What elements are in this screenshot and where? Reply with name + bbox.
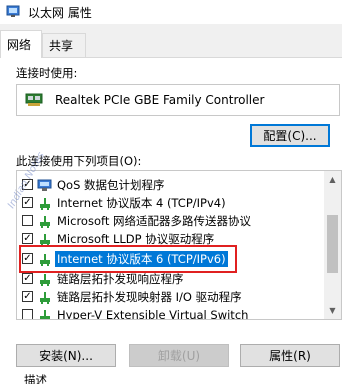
checkbox-multiplexor[interactable] [22,215,33,226]
list-item-lltd-mapper[interactable]: ✓ 链路层拓扑发现映射器 I/O 驱动程序 [17,289,323,305]
qos-icon [37,179,52,191]
list-item-label: Microsoft LLDP 协议驱动程序 [57,232,215,246]
list-item-ipv4[interactable]: ✓ Internet 协议版本 4 (TCP/IPv4) [17,195,323,211]
protocol-icon [40,310,50,319]
list-item-label: Internet 协议版本 4 (TCP/IPv4) [57,196,226,210]
tab-networking-label: 网络 [7,38,32,52]
list-item-lltd-responder[interactable]: ✓ 链路层拓扑发现响应程序 [17,271,323,287]
checkbox-hyperv[interactable] [22,309,33,319]
protocol-icon [40,234,50,246]
description-label: 描述 [22,372,49,384]
network-adapter-icon [25,93,43,106]
protocol-icon [40,198,50,210]
tab-sharing-label: 共享 [49,39,74,53]
list-item-hyperv[interactable]: Hyper-V Extensible Virtual Switch [17,307,323,320]
scroll-down-arrow-icon[interactable]: ▼ [324,302,341,319]
checkbox-ipv6[interactable]: ✓ [22,253,33,264]
window-title: 以太网 属性 [28,6,92,20]
protocol-icon [40,274,50,286]
list-item-label: Microsoft 网络适配器多路传送器协议 [57,214,251,228]
protocol-icon [40,254,50,266]
tab-strip: 网络 共享 [0,24,342,58]
connect-using-label: 连接时使用: [16,66,78,80]
components-list[interactable]: ✓ QoS 数据包计划程序 ✓ Internet 协议版本 4 (TCP/IPv… [16,170,342,320]
checkbox-lltd-mapper[interactable]: ✓ [22,291,33,302]
list-item-label: Hyper-V Extensible Virtual Switch [57,308,249,320]
adapter-name: Realtek PCIe GBE Family Controller [55,93,265,107]
checkbox-lltd-responder[interactable]: ✓ [22,273,33,284]
tab-networking[interactable]: 网络 [0,30,42,58]
checkbox-lldp[interactable]: ✓ [22,233,33,244]
list-item-ipv6[interactable]: ✓ Internet 协议版本 6 (TCP/IPv6) [17,251,323,267]
scroll-up-arrow-icon[interactable]: ▲ [324,171,341,188]
list-scrollbar[interactable]: ▲ ▼ [324,171,341,319]
list-item-label: 链路层拓扑发现映射器 I/O 驱动程序 [57,290,242,304]
tab-sharing[interactable]: 共享 [42,33,86,57]
list-item-label: QoS 数据包计划程序 [57,178,165,192]
list-item-qos[interactable]: ✓ QoS 数据包计划程序 [17,177,323,193]
uninstall-button[interactable]: 卸载(U) [129,344,229,367]
list-item-label: Internet 协议版本 6 (TCP/IPv6) [55,251,228,267]
install-button[interactable]: 安装(N)... [16,344,116,367]
title-bar: 以太网 属性 [0,0,342,24]
scroll-thumb[interactable] [327,215,338,273]
configure-button[interactable]: 配置(C)... [250,124,330,147]
protocol-icon [40,216,50,228]
adapter-field: Realtek PCIe GBE Family Controller [16,84,340,116]
list-item-label: 链路层拓扑发现响应程序 [57,272,184,286]
checkbox-ipv4[interactable]: ✓ [22,197,33,208]
properties-button[interactable]: 属性(R) [240,344,340,367]
list-item-lldp[interactable]: ✓ Microsoft LLDP 协议驱动程序 [17,231,323,247]
list-item-multiplexor[interactable]: Microsoft 网络适配器多路传送器协议 [17,213,323,229]
protocol-icon [40,292,50,304]
network-properties-icon [6,5,20,17]
